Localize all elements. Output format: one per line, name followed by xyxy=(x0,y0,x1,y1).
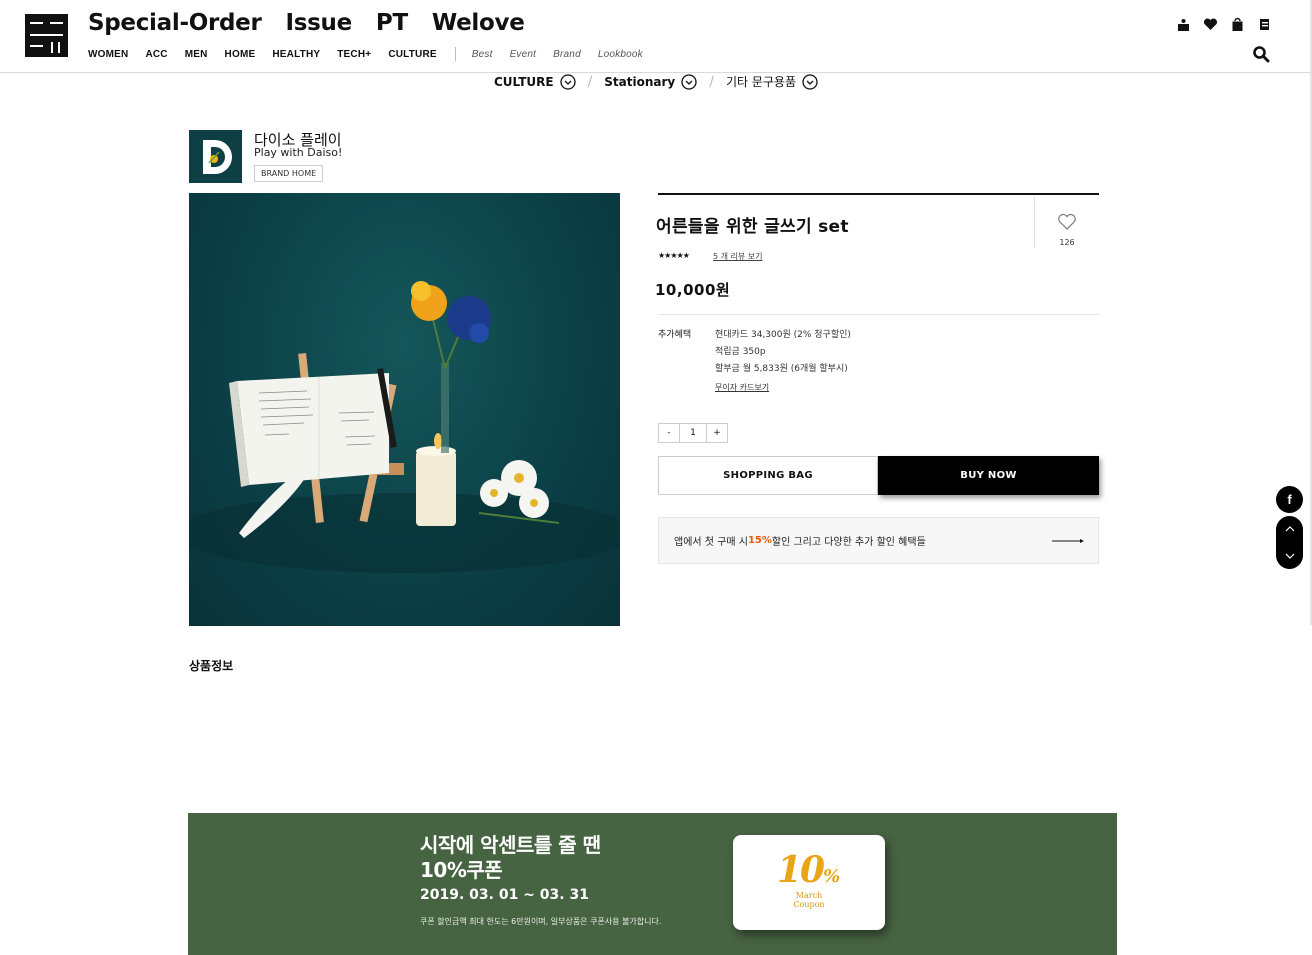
menu-brand[interactable]: Brand xyxy=(553,49,581,60)
menu-issue[interactable]: Issue xyxy=(286,10,353,36)
breadcrumb-culture[interactable]: CULTURE xyxy=(493,73,576,90)
app-discount-banner[interactable]: 앱에서 첫 구매 시 15% 할인 그리고 다양한 추가 할인 혜택들 xyxy=(658,517,1099,564)
breadcrumb-label: CULTURE xyxy=(493,74,554,89)
category-women[interactable]: WOMEN xyxy=(88,49,128,60)
app-banner-text-pre: 앱에서 첫 구매 시 xyxy=(674,537,748,548)
coupon-card-sub2: Coupon xyxy=(793,900,825,909)
brand-logo[interactable] xyxy=(189,130,242,183)
shopping-bag-icon[interactable] xyxy=(1230,17,1245,32)
heart-outline-icon xyxy=(1058,213,1076,230)
menu-divider xyxy=(454,47,456,61)
brand-home-button[interactable]: BRAND HOME xyxy=(254,165,324,182)
breadcrumb-label: Stationary xyxy=(604,74,676,89)
category-menu: WOMEN ACC MEN HOME HEALTHY TECH+ CULTURE… xyxy=(88,47,660,61)
site-logo[interactable] xyxy=(25,14,68,57)
quantity-value[interactable]: 1 xyxy=(679,424,707,442)
facebook-share-button[interactable]: f xyxy=(1276,486,1303,513)
product-info-divider xyxy=(658,193,1099,195)
breadcrumb-stationary[interactable]: Stationary xyxy=(604,73,697,90)
app-banner-text-post: 할인 그리고 다양한 추가 할인 혜택들 xyxy=(771,537,926,548)
chevron-down-icon xyxy=(681,73,697,90)
category-home[interactable]: HOME xyxy=(225,49,256,60)
category-men[interactable]: MEN xyxy=(185,49,208,60)
breadcrumb: CULTURE / Stationary / 기타 문구용품 xyxy=(0,73,1312,90)
menu-welove[interactable]: Welove xyxy=(432,10,525,36)
interest-free-card-link[interactable]: 무이자 카드보기 xyxy=(715,382,769,393)
buy-now-button[interactable]: BUY NOW xyxy=(878,456,1099,495)
coupon-card-value: 10% xyxy=(777,849,840,891)
product-info-heading: 상품정보 xyxy=(189,659,234,673)
benefit-points: 적립금 350p xyxy=(715,347,766,357)
breadcrumb-separator: / xyxy=(587,73,593,90)
coupon-date: 2019. 03. 01 ~ 03. 31 xyxy=(420,887,589,903)
scroll-bottom-button[interactable] xyxy=(1276,543,1303,569)
category-acc[interactable]: ACC xyxy=(145,49,167,60)
breadcrumb-label: 기타 문구용품 xyxy=(725,75,797,89)
shopping-bag-button[interactable]: SHOPPING BAG xyxy=(658,456,878,495)
brand-tagline: Play with Daiso! xyxy=(254,146,343,159)
menu-special-order[interactable]: Special-Order xyxy=(88,10,262,36)
recent-view-icon[interactable] xyxy=(1257,17,1272,32)
menu-pt[interactable]: PT xyxy=(376,10,408,36)
coupon-note: 쿠폰 할인금액 최대 한도는 6만원이며, 일부상품은 쿠폰사용 불가합니다. xyxy=(420,917,662,926)
menu-best[interactable]: Best xyxy=(472,49,493,60)
rating-stars: ★★★★★ xyxy=(658,251,690,260)
coupon-title-line1: 시작에 악센트를 줄 땐 xyxy=(420,833,601,857)
chevron-up-icon xyxy=(1285,526,1294,532)
chevron-down-icon xyxy=(802,73,818,90)
main-menu: Special-Order Issue PT Welove xyxy=(88,10,525,36)
search-icon[interactable] xyxy=(1252,45,1270,63)
my-page-icon[interactable] xyxy=(1176,17,1191,32)
header-icons xyxy=(1176,17,1272,32)
coupon-title-line2: 10%쿠폰 xyxy=(420,858,503,882)
breadcrumb-etc-stationery[interactable]: 기타 문구용품 xyxy=(726,73,818,90)
coupon-card-percent: % xyxy=(823,866,840,887)
arrow-right-icon xyxy=(1052,539,1084,543)
category-healthy[interactable]: HEALTHY xyxy=(272,49,320,60)
scroll-nav xyxy=(1276,516,1303,569)
app-banner-percent: 15% xyxy=(747,535,772,546)
chevron-down-icon xyxy=(559,73,576,90)
coupon-card-subtitle: March Coupon xyxy=(733,891,885,909)
benefit-installment: 할부금 월 5,833원 (6개월 할부시) xyxy=(715,364,848,374)
like-count: 126 xyxy=(1059,238,1075,247)
menu-lookbook[interactable]: Lookbook xyxy=(598,49,643,60)
benefit-card-discount: 현대카드 34,300원 (2% 청구할인) xyxy=(715,330,851,340)
breadcrumb-separator: / xyxy=(709,73,714,90)
coupon-banner[interactable]: 시작에 악센트를 줄 땐 10%쿠폰 2019. 03. 01 ~ 03. 31… xyxy=(188,813,1117,955)
review-link[interactable]: 5 개 리뷰 보기 xyxy=(713,251,763,262)
category-tech[interactable]: TECH+ xyxy=(337,49,371,60)
coupon-card: 10% March Coupon xyxy=(733,835,885,930)
quantity-stepper: - 1 + xyxy=(658,423,728,443)
like-button[interactable]: 126 xyxy=(1034,196,1099,248)
quantity-decrease-button[interactable]: - xyxy=(659,424,679,442)
benefit-label: 추가혜택 xyxy=(658,330,692,340)
coupon-title: 시작에 악센트를 줄 땐 10%쿠폰 xyxy=(420,833,601,883)
coupon-card-sub1: March xyxy=(795,891,823,900)
price-divider xyxy=(658,314,1099,315)
chevron-down-icon xyxy=(1285,553,1294,559)
product-title: 어른들을 위한 글쓰기 set xyxy=(656,217,849,237)
quantity-increase-button[interactable]: + xyxy=(707,424,727,442)
scroll-top-button[interactable] xyxy=(1276,516,1303,542)
product-price: 10,000원 xyxy=(655,281,731,299)
coupon-card-number: 10 xyxy=(777,849,825,891)
wishlist-heart-icon[interactable] xyxy=(1203,17,1218,32)
site-header: Special-Order Issue PT Welove WOMEN ACC … xyxy=(0,0,1312,73)
category-culture[interactable]: CULTURE xyxy=(388,49,436,60)
menu-event[interactable]: Event xyxy=(510,49,537,60)
product-image[interactable] xyxy=(189,193,620,626)
